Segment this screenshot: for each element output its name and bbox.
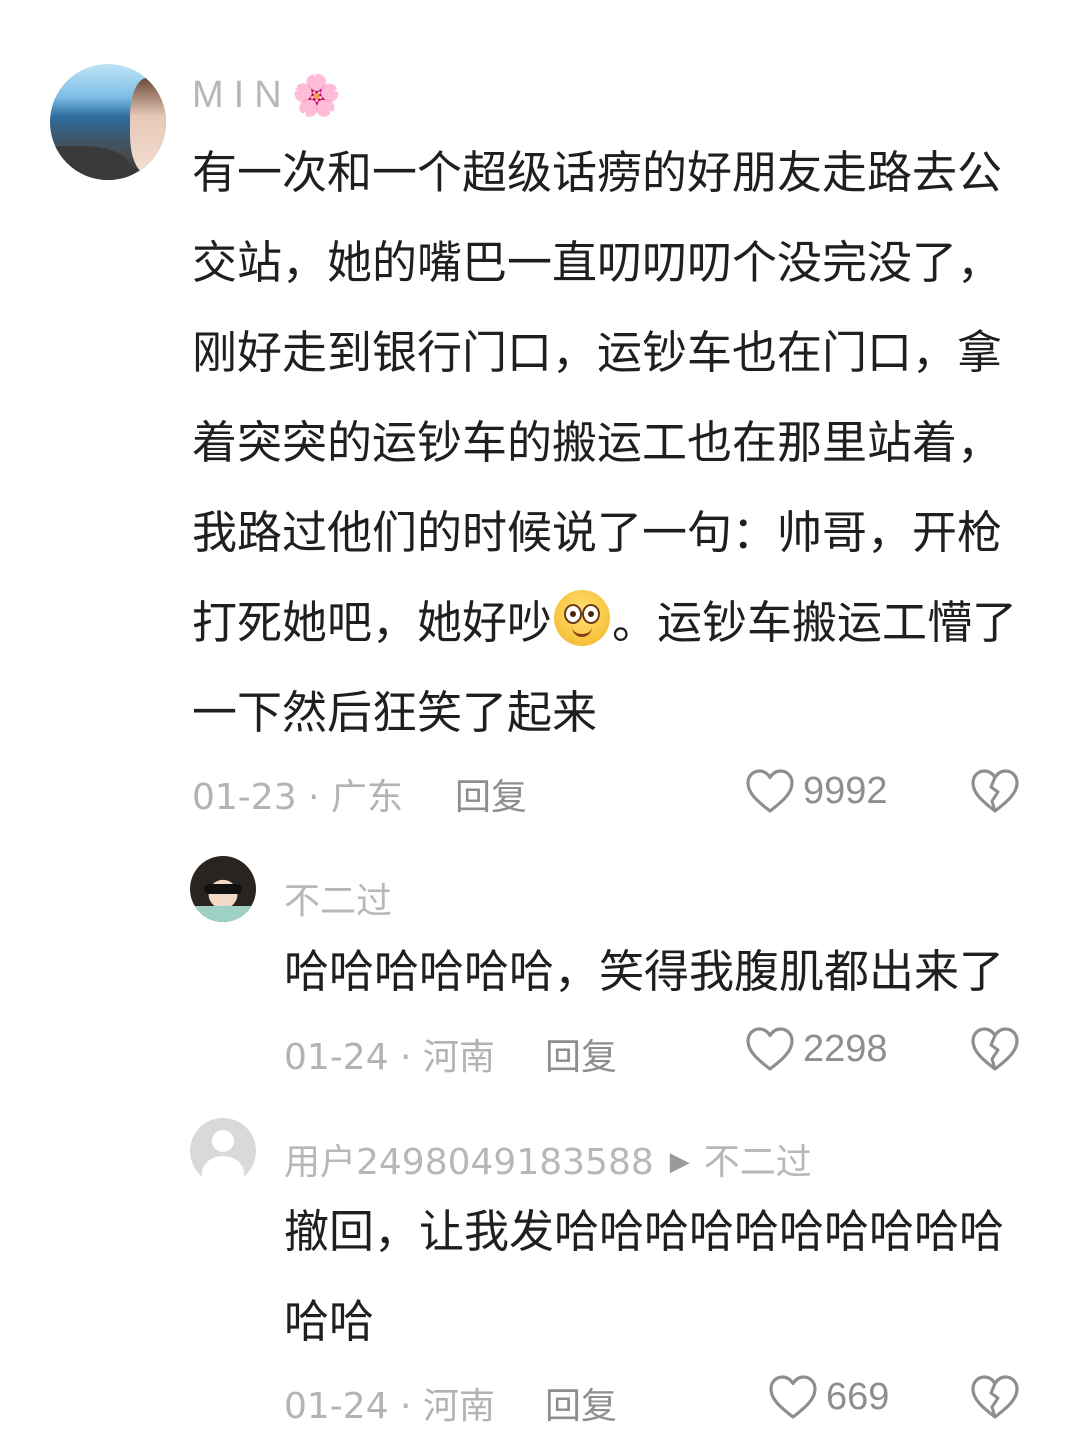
main-comment-date-location: 01-23 · 广东 <box>192 777 403 818</box>
main-comment-like-button[interactable]: 9992 <box>745 766 888 816</box>
reply-1-like-button[interactable]: 2298 <box>745 1024 888 1074</box>
reply-2-date-location: 01-24 · 河南 <box>284 1386 495 1427</box>
reply-1-content: 哈哈哈哈哈哈，笑得我腹肌都出来了 <box>284 945 1005 998</box>
broken-heart-icon[interactable] <box>970 768 1020 814</box>
reply-1-like-count: 2298 <box>803 1027 888 1070</box>
main-comment-content: 有一次和一个超级话痨的好朋友走路去公交站，她的嘴巴一直叨叨叨个没完没了，刚好走到… <box>192 128 1027 758</box>
avatar-reply-2-default[interactable] <box>190 1118 256 1184</box>
reply-2-like-count: 669 <box>826 1375 890 1418</box>
reply-2-username[interactable]: 用户2498049183588 <box>284 1142 654 1183</box>
avatar-shirt-shape <box>190 906 256 922</box>
avatar-main-comment[interactable] <box>50 64 166 180</box>
smiling-face-emoji-icon <box>554 590 611 646</box>
avatar-face-shape <box>130 78 166 174</box>
default-avatar-head-shape <box>212 1130 234 1152</box>
avatar-rock-shape <box>50 146 130 180</box>
heart-outline-icon <box>769 1375 817 1419</box>
reply-to-arrow-icon: ▶ <box>669 1147 690 1177</box>
reply-1-reply-button[interactable]: 回复 <box>545 1028 617 1080</box>
reply-2-reply-button[interactable]: 回复 <box>545 1377 617 1429</box>
default-avatar-body-shape <box>202 1156 244 1184</box>
main-comment-username-text: MIN <box>192 74 292 116</box>
main-comment-username[interactable]: MIN🌸 <box>192 72 341 119</box>
avatar-reply-1[interactable] <box>190 856 256 922</box>
reply-1-username[interactable]: 不二过 <box>284 872 392 924</box>
main-comment-content-part1: 有一次和一个超级话痨的好朋友走路去公交站，她的嘴巴一直叨叨叨个没完没了，刚好走到… <box>192 146 1003 649</box>
reply-2-content: 撤回，让我发哈哈哈哈哈哈哈哈哈哈哈哈 <box>284 1205 1005 1348</box>
reply-2-reply-to-user[interactable]: 不二过 <box>704 1142 812 1183</box>
heart-outline-icon <box>746 1027 794 1071</box>
avatar-sunglasses-shape <box>204 884 242 894</box>
main-comment-like-count: 9992 <box>803 769 888 812</box>
reply-2-like-button[interactable]: 669 <box>768 1372 889 1422</box>
broken-heart-icon[interactable] <box>970 1026 1020 1072</box>
heart-outline-icon <box>746 769 794 813</box>
cherry-blossom-icon: 🌸 <box>291 74 342 118</box>
main-comment-reply-button[interactable]: 回复 <box>455 768 527 820</box>
reply-2-username-line: 用户2498049183588 ▶ 不二过 <box>284 1133 812 1185</box>
reply-1-date-location: 01-24 · 河南 <box>284 1037 495 1078</box>
broken-heart-icon[interactable] <box>970 1374 1020 1420</box>
